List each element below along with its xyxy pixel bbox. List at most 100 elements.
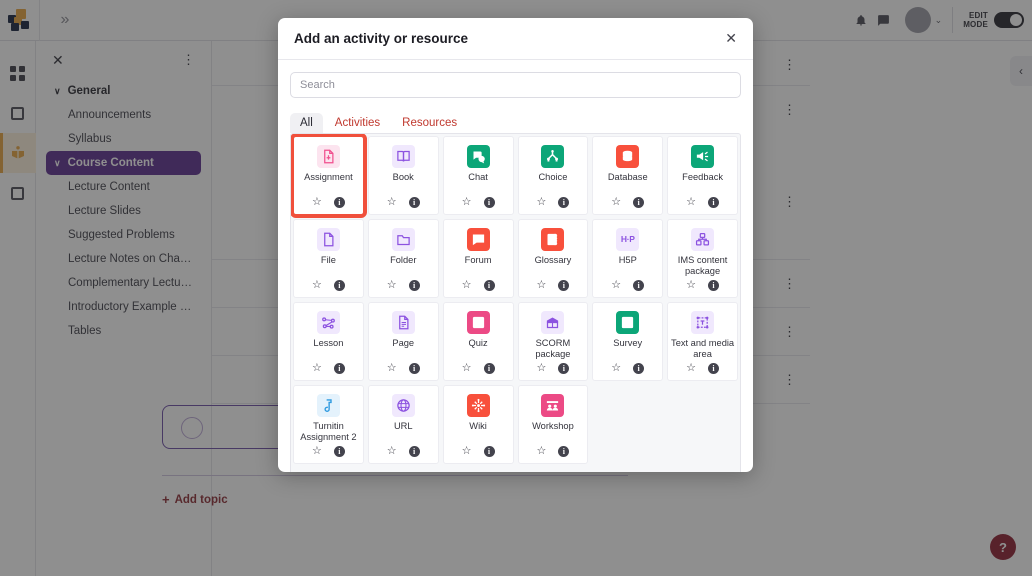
- activity-card-label: Chat: [466, 172, 490, 183]
- info-icon[interactable]: i: [484, 280, 495, 291]
- activity-card-actions: ☆i: [668, 363, 737, 374]
- info-icon[interactable]: i: [334, 197, 345, 208]
- activity-card-folder[interactable]: Folder☆i: [368, 219, 439, 298]
- modal-header: Add an activity or resource ✕: [278, 18, 753, 60]
- star-icon[interactable]: ☆: [462, 363, 472, 374]
- activity-card-label: Wiki: [467, 421, 489, 432]
- info-icon[interactable]: i: [484, 363, 495, 374]
- search-input[interactable]: [290, 72, 741, 98]
- star-icon[interactable]: ☆: [387, 446, 397, 457]
- activity-card-actions: ☆i: [369, 446, 438, 457]
- activity-card-actions: ☆i: [444, 446, 513, 457]
- star-icon[interactable]: ☆: [611, 363, 621, 374]
- star-icon[interactable]: ☆: [536, 280, 546, 291]
- info-icon[interactable]: i: [409, 280, 420, 291]
- activity-card-label: Feedback: [680, 172, 725, 183]
- activity-card-label: IMS content package: [668, 255, 737, 277]
- info-icon[interactable]: i: [484, 446, 495, 457]
- info-icon[interactable]: i: [708, 197, 719, 208]
- activity-card-wiki[interactable]: Wiki☆i: [443, 385, 514, 464]
- tab-activities[interactable]: Activities: [325, 113, 390, 133]
- star-icon[interactable]: ☆: [536, 446, 546, 457]
- activity-card-actions: ☆i: [294, 446, 363, 457]
- star-icon[interactable]: ☆: [536, 363, 546, 374]
- info-icon[interactable]: i: [708, 280, 719, 291]
- star-icon[interactable]: ☆: [312, 446, 322, 457]
- activity-card-label: SCORM package: [519, 338, 588, 360]
- star-icon[interactable]: ☆: [462, 197, 472, 208]
- star-icon[interactable]: ☆: [462, 280, 472, 291]
- star-icon[interactable]: ☆: [611, 280, 621, 291]
- star-icon[interactable]: ☆: [387, 363, 397, 374]
- info-icon[interactable]: i: [633, 197, 644, 208]
- activity-card-chat[interactable]: Chat ☆ i: [443, 136, 514, 215]
- activity-card-actions: ☆i: [444, 280, 513, 291]
- star-icon[interactable]: ☆: [686, 280, 696, 291]
- star-icon[interactable]: ☆: [536, 197, 546, 208]
- activity-card-url[interactable]: URL☆i: [368, 385, 439, 464]
- activity-card-actions: ☆i: [369, 280, 438, 291]
- activity-card-actions: ☆i: [668, 197, 737, 208]
- activity-card-actions: ☆i: [519, 280, 588, 291]
- activity-card-turnitin-assignment-2[interactable]: Turnitin Assignment 2☆i: [293, 385, 364, 464]
- activity-card-survey[interactable]: Survey☆i: [592, 302, 663, 381]
- info-icon[interactable]: i: [334, 446, 345, 457]
- turnitin-icon: [317, 394, 340, 417]
- activity-card-text-and-media-area[interactable]: Text and media area☆i: [667, 302, 738, 381]
- activity-card-label: File: [319, 255, 338, 266]
- workshop-icon: [541, 394, 564, 417]
- wiki-icon: [467, 394, 490, 417]
- info-icon[interactable]: i: [409, 197, 420, 208]
- info-icon[interactable]: i: [633, 363, 644, 374]
- tab-all[interactable]: All: [290, 113, 323, 133]
- info-icon[interactable]: i: [409, 363, 420, 374]
- info-icon[interactable]: i: [334, 280, 345, 291]
- activity-card-glossary[interactable]: Glossary☆i: [518, 219, 589, 298]
- info-icon[interactable]: i: [708, 363, 719, 374]
- info-icon[interactable]: i: [558, 197, 569, 208]
- url-icon: [392, 394, 415, 417]
- star-icon[interactable]: ☆: [387, 280, 397, 291]
- info-icon[interactable]: i: [558, 280, 569, 291]
- activity-card-lesson[interactable]: Lesson ☆ i: [293, 302, 364, 381]
- activity-card-choice[interactable]: Choice☆i: [518, 136, 589, 215]
- star-icon[interactable]: ☆: [387, 197, 397, 208]
- activity-card-scorm-package[interactable]: SCORM package ☆ i: [518, 302, 589, 381]
- activity-card-page[interactable]: Page ☆ i: [368, 302, 439, 381]
- star-icon[interactable]: ☆: [312, 280, 322, 291]
- activity-card-label: Page: [390, 338, 416, 349]
- info-icon[interactable]: i: [633, 280, 644, 291]
- activity-card-label: Lesson: [311, 338, 345, 349]
- activity-card-workshop[interactable]: Workshop☆i: [518, 385, 589, 464]
- activity-card-forum[interactable]: Forum☆i: [443, 219, 514, 298]
- activity-card-feedback[interactable]: Feedback☆i: [667, 136, 738, 215]
- star-icon[interactable]: ☆: [462, 446, 472, 457]
- activity-card-actions: ☆i: [593, 280, 662, 291]
- activity-card-ims-content-package[interactable]: IMS content package ☆ i: [667, 219, 738, 298]
- info-icon[interactable]: i: [558, 363, 569, 374]
- feedback-icon: [691, 145, 714, 168]
- info-icon[interactable]: i: [484, 197, 495, 208]
- tab-resources[interactable]: Resources: [392, 113, 467, 133]
- activity-card-quiz[interactable]: Quiz☆i: [443, 302, 514, 381]
- assignment-icon: [317, 145, 340, 168]
- info-icon[interactable]: i: [334, 363, 345, 374]
- activity-card-book[interactable]: Book☆i: [368, 136, 439, 215]
- star-icon[interactable]: ☆: [686, 363, 696, 374]
- activity-card-database[interactable]: Database☆i: [592, 136, 663, 215]
- star-icon[interactable]: ☆: [611, 197, 621, 208]
- activity-cell-empty: [592, 385, 663, 464]
- activity-card-assignment[interactable]: Assignment☆i: [293, 136, 364, 215]
- close-icon[interactable]: ✕: [725, 30, 737, 47]
- activity-card-h5p[interactable]: H·PH5P☆i: [592, 219, 663, 298]
- star-icon[interactable]: ☆: [312, 197, 322, 208]
- activity-card-file[interactable]: File ☆ i: [293, 219, 364, 298]
- info-icon[interactable]: i: [409, 446, 420, 457]
- activity-card-label: Folder: [388, 255, 418, 266]
- star-icon[interactable]: ☆: [312, 363, 322, 374]
- page-icon: [392, 311, 415, 334]
- activity-card-label: URL: [392, 421, 415, 432]
- star-icon[interactable]: ☆: [686, 197, 696, 208]
- info-icon[interactable]: i: [558, 446, 569, 457]
- activity-card-label: Text and media area: [668, 338, 737, 360]
